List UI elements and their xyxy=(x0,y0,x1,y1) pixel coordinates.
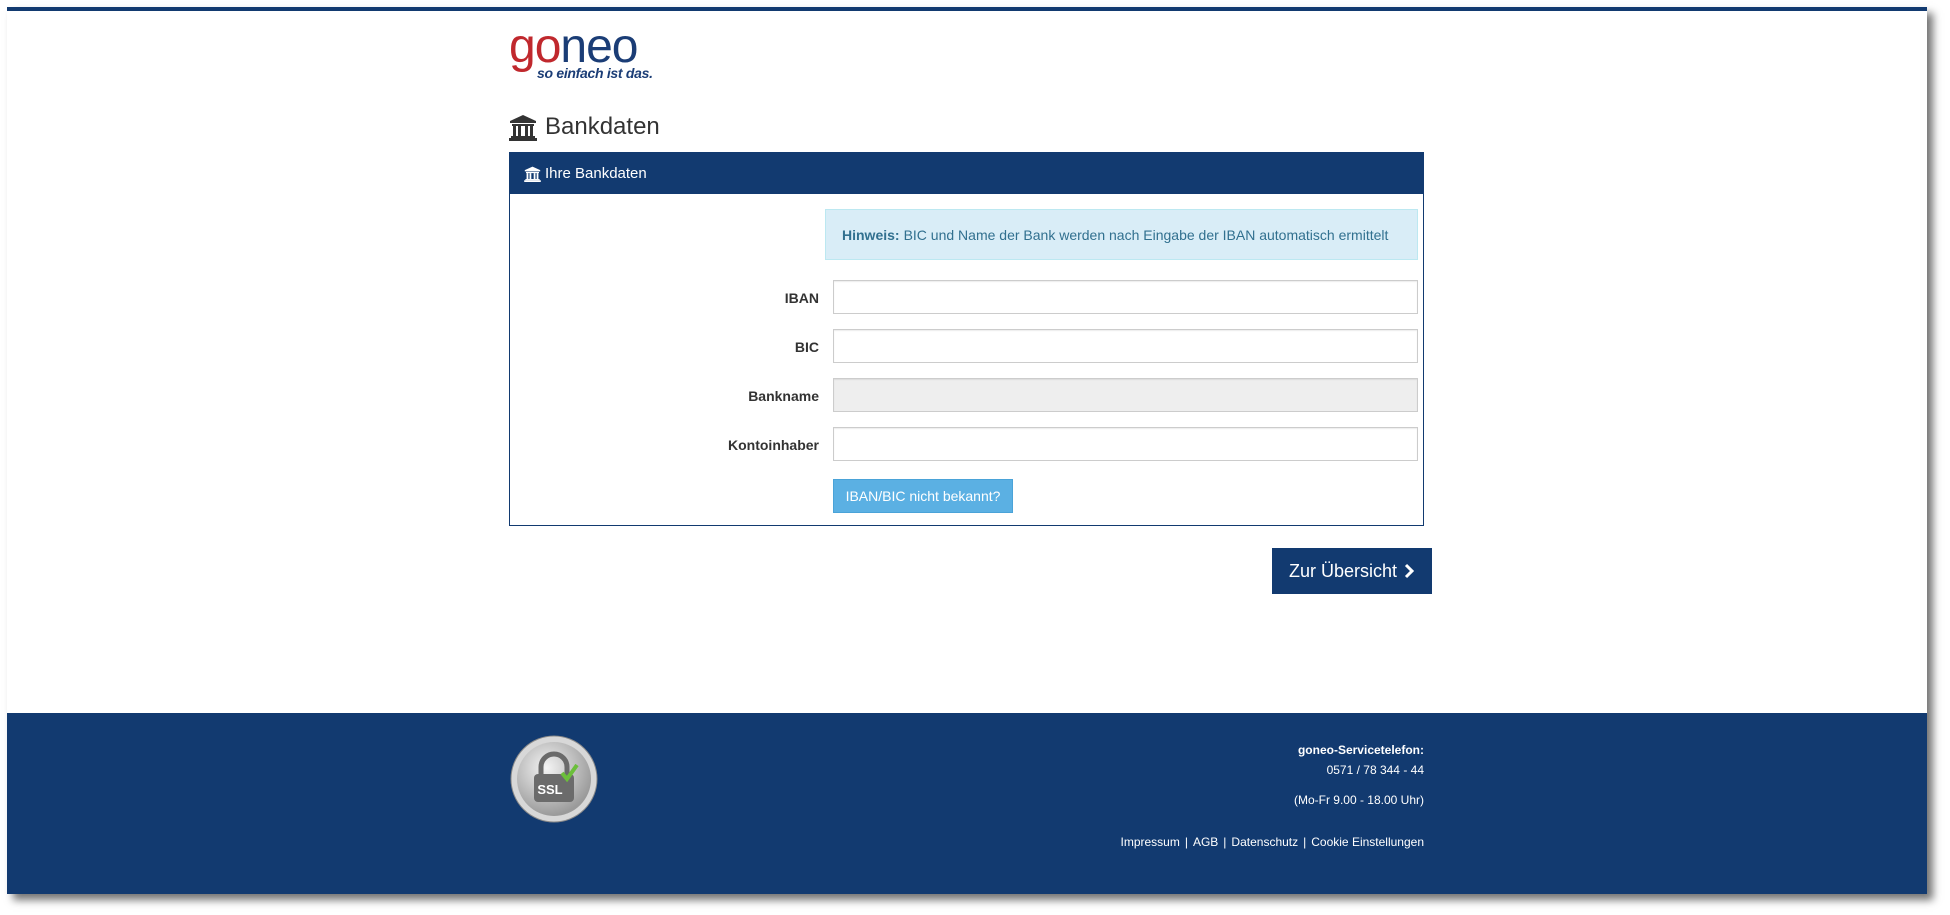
cookie-settings-link[interactable]: Cookie Einstellungen xyxy=(1311,835,1424,849)
logo-tagline: so einfach ist das. xyxy=(537,65,653,81)
panel-header-text: Ihre Bankdaten xyxy=(545,165,647,182)
bankname-input xyxy=(833,378,1418,412)
top-accent-bar xyxy=(7,7,1927,11)
service-phone: 0571 / 78 344 - 44 xyxy=(1326,763,1424,777)
bic-input[interactable] xyxy=(833,329,1418,363)
notice-label: Hinweis: xyxy=(842,226,900,243)
footer: goneo-Servicetelefon: 0571 / 78 344 - 44… xyxy=(7,713,1927,894)
ssl-badge-text: SSL xyxy=(537,782,562,797)
kontoinhaber-input[interactable] xyxy=(833,427,1418,461)
bank-icon xyxy=(524,166,541,182)
notice-text: BIC und Name der Bank werden nach Eingab… xyxy=(903,226,1389,243)
info-notice: Hinweis: BIC und Name der Bank werden na… xyxy=(825,209,1418,260)
impressum-link[interactable]: Impressum xyxy=(1120,835,1179,849)
service-hours: (Mo-Fr 9.00 - 18.00 Uhr) xyxy=(1293,793,1424,807)
iban-label: IBAN xyxy=(784,290,819,306)
bic-label: BIC xyxy=(794,339,819,355)
link-separator: | xyxy=(1184,835,1188,849)
bankname-label: Bankname xyxy=(748,388,819,404)
ssl-lock-badge: SSL xyxy=(510,735,598,823)
chevron-right-icon xyxy=(1404,563,1415,579)
overview-button-label: Zur Übersicht xyxy=(1288,560,1398,581)
datenschutz-link[interactable]: Datenschutz xyxy=(1231,835,1298,849)
link-separator: | xyxy=(1303,835,1307,849)
agb-link[interactable]: AGB xyxy=(1193,835,1218,849)
page-title: Bankdaten xyxy=(509,110,660,144)
iban-bic-unknown-button[interactable]: IBAN/BIC nicht bekannt? xyxy=(833,479,1013,513)
kontoinhaber-label: Kontoinhaber xyxy=(728,437,819,453)
bank-icon xyxy=(509,114,537,141)
overview-button[interactable]: Zur Übersicht xyxy=(1272,548,1432,594)
panel-header: Ihre Bankdaten xyxy=(510,153,1423,194)
link-separator: | xyxy=(1223,835,1227,849)
browser-page: goneo so einfach ist das. Bankdaten Ihre… xyxy=(7,7,1927,894)
iban-input[interactable] xyxy=(833,280,1418,314)
footer-links: Impressum | AGB | Datenschutz | Cookie Einstel… xyxy=(1120,835,1424,849)
service-title: goneo-Servicetelefon: xyxy=(1297,743,1424,757)
page-title-text: Bankdaten xyxy=(545,113,660,140)
goneo-logo[interactable]: goneo so einfach ist das. xyxy=(509,20,653,81)
